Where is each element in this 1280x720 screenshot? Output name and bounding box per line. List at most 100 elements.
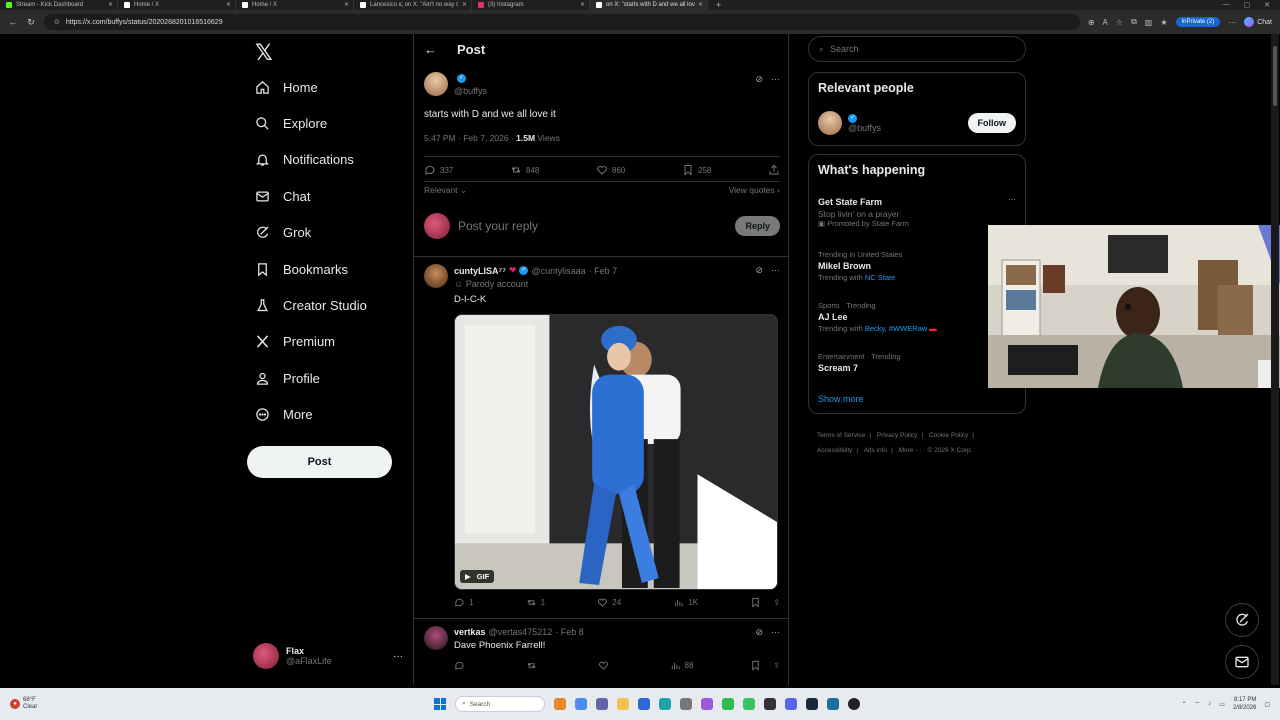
- view-count-button[interactable]: 88: [670, 660, 693, 671]
- grok-icon[interactable]: ⊘: [755, 265, 763, 276]
- close-tab-icon[interactable]: ✕: [226, 1, 231, 8]
- clock[interactable]: 8:17 PM 2/8/2026: [1233, 696, 1256, 712]
- relevant-person[interactable]: ✓ @buffys Follow: [818, 111, 1016, 135]
- reply-author-name[interactable]: cuntyLISA⁷⁷: [454, 266, 506, 276]
- close-tab-icon[interactable]: ✕: [698, 1, 703, 8]
- obs-app-icon[interactable]: [764, 698, 776, 710]
- close-tab-icon[interactable]: ✕: [344, 1, 349, 8]
- x-logo-icon[interactable]: 𝕏: [255, 40, 273, 66]
- reply-count-button[interactable]: [454, 660, 469, 671]
- grok-float-button[interactable]: [1225, 603, 1259, 637]
- show-more-link[interactable]: Show more: [818, 394, 864, 404]
- more-dots-icon[interactable]: ···: [393, 651, 403, 662]
- scrollbar-thumb[interactable]: [1273, 46, 1277, 106]
- new-tab-icon[interactable]: +: [708, 0, 729, 10]
- browser-tab[interactable]: Home / X ✕: [118, 0, 236, 10]
- trend-item[interactable]: Sports · Trending AJ Lee Trending with B…: [818, 301, 1016, 333]
- browser-tab[interactable]: Lancesico ις on X: "Ain't no way t ✕: [354, 0, 472, 10]
- trend-link[interactable]: NC State: [865, 273, 895, 282]
- avatar[interactable]: [424, 264, 448, 288]
- app-icon[interactable]: [827, 698, 839, 710]
- reply-count-button[interactable]: 337: [424, 164, 453, 176]
- like-count-button[interactable]: 860: [596, 164, 625, 176]
- read-aloud-icon[interactable]: A: [1103, 18, 1108, 27]
- nav-item-more[interactable]: More: [255, 407, 313, 422]
- taskbar-search[interactable]: ⌕ Search: [455, 696, 545, 712]
- view-count-button[interactable]: 1K: [673, 597, 698, 608]
- footer-link[interactable]: Accessibility: [817, 447, 852, 454]
- edge-app-icon[interactable]: [659, 698, 671, 710]
- browser-tab[interactable]: Stream - Kick Dashboard ✕: [0, 0, 118, 10]
- close-tab-icon[interactable]: ✕: [580, 1, 585, 8]
- back-arrow-icon[interactable]: ←: [424, 42, 437, 57]
- browser-tab-active[interactable]: on X: "starts with D and we all lov ✕: [590, 0, 708, 10]
- minimize-icon[interactable]: —: [1223, 1, 1230, 9]
- like-count-button[interactable]: [598, 660, 613, 671]
- zoom-icon[interactable]: ⊕: [1088, 18, 1095, 27]
- footer-link[interactable]: Cookie Policy: [929, 432, 968, 439]
- explorer-app-icon[interactable]: [617, 698, 629, 710]
- grok-icon[interactable]: ⊘: [755, 74, 763, 85]
- steam-app-icon[interactable]: [806, 698, 818, 710]
- like-count-button[interactable]: 24: [597, 597, 621, 608]
- reply-author-name[interactable]: vertkas: [454, 627, 486, 637]
- nav-item-grok[interactable]: Grok: [255, 225, 311, 240]
- footer-link[interactable]: Terms of Service: [817, 432, 865, 439]
- split-screen-icon[interactable]: ▥: [1145, 18, 1153, 27]
- close-tab-icon[interactable]: ✕: [462, 1, 467, 8]
- battery-icon[interactable]: ▭: [1219, 701, 1225, 708]
- settings-more-icon[interactable]: ⋯: [1228, 18, 1236, 27]
- avatar[interactable]: [424, 626, 448, 650]
- refresh-icon[interactable]: ↻: [26, 17, 36, 28]
- more-dots-icon[interactable]: ···: [1008, 195, 1016, 204]
- store-app-icon[interactable]: [638, 698, 650, 710]
- reply-author-handle[interactable]: @cuntylisaaa: [531, 266, 585, 276]
- back-arrow-icon[interactable]: ←: [8, 17, 18, 27]
- bookmark-button[interactable]: ⇪: [750, 660, 780, 671]
- close-window-icon[interactable]: ✕: [1264, 1, 1270, 9]
- avatar[interactable]: [424, 72, 448, 96]
- sort-dropdown[interactable]: Relevant ⌄: [424, 185, 467, 196]
- search-input[interactable]: ⌕ Search: [808, 36, 1026, 62]
- settings-app-icon[interactable]: [680, 698, 692, 710]
- reply-gif-media[interactable]: ▶ GIF: [454, 314, 778, 590]
- nav-item-chat[interactable]: Chat: [255, 189, 310, 204]
- notifications-icon[interactable]: ▢: [1264, 701, 1270, 708]
- maximize-icon[interactable]: ▢: [1244, 1, 1251, 9]
- network-icon[interactable]: ⌔: [1195, 700, 1201, 708]
- nav-item-home[interactable]: Home: [255, 80, 318, 95]
- nav-item-profile[interactable]: Profile: [255, 371, 320, 386]
- reply-input[interactable]: Post your reply: [458, 219, 727, 233]
- browser-tab[interactable]: (3) Instagram ✕: [472, 0, 590, 10]
- reply-button[interactable]: Reply: [735, 216, 780, 236]
- bookmark-count-button[interactable]: 258: [682, 164, 711, 176]
- footer-link[interactable]: Privacy Policy: [877, 432, 917, 439]
- purple-app-icon[interactable]: [701, 698, 713, 710]
- trend-item-promoted[interactable]: Get State Farm Stop livin' on a prayer ▣…: [818, 195, 1016, 228]
- extensions-icon[interactable]: ⧉: [1131, 17, 1137, 27]
- nav-item-bookmarks[interactable]: Bookmarks: [255, 262, 348, 277]
- favorite-star-icon[interactable]: ☆: [1116, 18, 1123, 27]
- volume-icon[interactable]: ♪: [1208, 701, 1211, 707]
- inprivate-badge[interactable]: InPrivate (2): [1175, 17, 1221, 27]
- weather-widget[interactable]: ● 68°F Clear: [0, 697, 120, 711]
- follow-button[interactable]: Follow: [967, 113, 1016, 133]
- fox-app-icon[interactable]: [554, 698, 566, 710]
- account-switcher[interactable]: Flax @aFlaxLife ···: [253, 643, 403, 669]
- reply-date[interactable]: · Feb 7: [589, 266, 618, 276]
- discord-app-icon[interactable]: [785, 698, 797, 710]
- browser-tab[interactable]: Home / X ✕: [236, 0, 354, 10]
- page-scrollbar[interactable]: [1271, 34, 1279, 685]
- play-icon[interactable]: [605, 440, 778, 590]
- more-dots-icon[interactable]: ···: [771, 265, 780, 276]
- view-quotes-link[interactable]: View quotes ›: [729, 185, 780, 196]
- reply-date[interactable]: · Feb 8: [555, 627, 584, 637]
- more-dots-icon[interactable]: ···: [771, 74, 780, 85]
- grok-icon[interactable]: ⊘: [755, 627, 763, 638]
- green-app-icon[interactable]: [722, 698, 734, 710]
- share-button[interactable]: [768, 164, 780, 176]
- repost-count-button[interactable]: 1: [526, 597, 545, 608]
- tray-chevron-icon[interactable]: ⌃: [1182, 701, 1187, 708]
- trend-link[interactable]: Becky, #WWERaw: [865, 324, 927, 333]
- windows-start-icon[interactable]: [434, 698, 446, 710]
